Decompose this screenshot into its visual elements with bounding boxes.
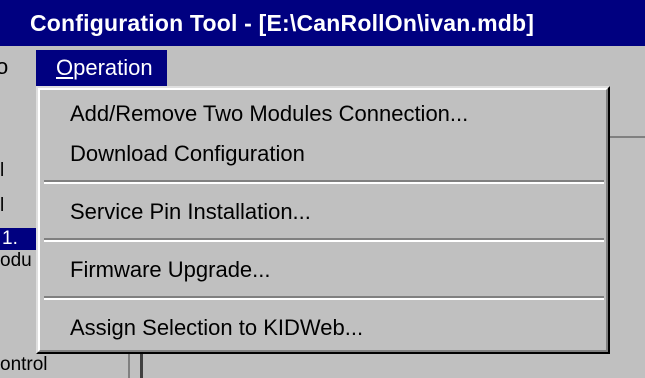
menu-separator [44, 238, 604, 242]
menu-separator [44, 180, 604, 184]
tree-item-selected[interactable]: 1. [0, 228, 38, 250]
menu-separator [44, 296, 604, 300]
background-tree-panel: l l 1. odu [0, 88, 38, 378]
menu-item-firmware-upgrade[interactable]: Firmware Upgrade... [70, 256, 271, 284]
window-title-bar[interactable]: Configuration Tool - [E:\CanRollOn\ivan.… [0, 0, 645, 46]
tree-item-fragment[interactable]: odu [0, 250, 32, 272]
background-header-area [606, 88, 645, 138]
operation-dropdown-menu: Add/Remove Two Modules Connection... Dow… [36, 86, 610, 354]
tree-item-fragment[interactable]: l [0, 160, 4, 182]
menu-mnemonic: O [56, 55, 74, 80]
tree-item-fragment[interactable]: l [0, 195, 4, 217]
menu-item-download-configuration[interactable]: Download Configuration [70, 140, 305, 168]
menu-item-service-pin-installation[interactable]: Service Pin Installation... [70, 198, 311, 226]
menu-item-previous[interactable]: o [0, 46, 10, 88]
menu-label-rest: peration [73, 55, 153, 80]
background-label-fragment: ontrol [0, 354, 48, 375]
window-title: Configuration Tool - [E:\CanRollOn\ivan.… [30, 10, 535, 36]
menu-item-assign-selection-kidweb[interactable]: Assign Selection to KIDWeb... [70, 314, 363, 342]
menu-item-operation[interactable]: Operation [36, 50, 167, 86]
menu-item-add-remove-connection[interactable]: Add/Remove Two Modules Connection... [70, 100, 468, 128]
menu-bar: o Operation [0, 46, 645, 88]
